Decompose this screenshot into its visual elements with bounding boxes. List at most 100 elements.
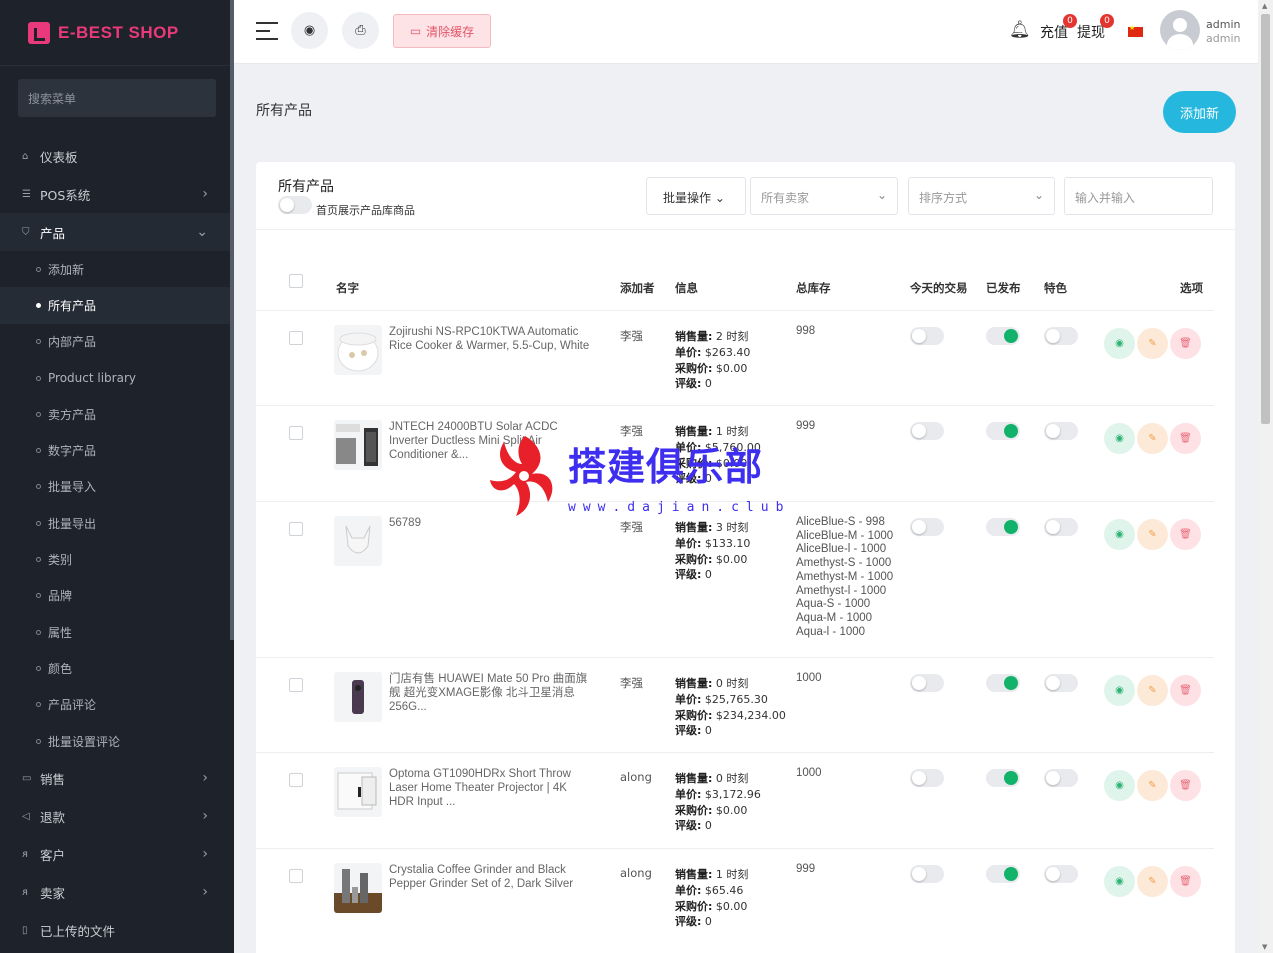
- sidebar-sub-all-products[interactable]: 所有产品: [0, 287, 234, 324]
- scroll-up-icon[interactable]: ▲: [1262, 2, 1267, 10]
- published-toggle[interactable]: [986, 769, 1020, 787]
- published-toggle[interactable]: [986, 327, 1020, 345]
- sidebar-sub-bulk-reviews[interactable]: 批量设置评论: [0, 723, 234, 759]
- recharge-link[interactable]: 充值 0: [1040, 14, 1077, 42]
- published-toggle[interactable]: [986, 865, 1020, 883]
- edit-button[interactable]: ✎: [1137, 423, 1168, 454]
- delete-button[interactable]: 🗑︎: [1170, 770, 1201, 801]
- sidebar-item-products[interactable]: ⛉ 产品 ⌄: [0, 213, 234, 251]
- sidebar-sub-digital[interactable]: 数字产品: [0, 432, 234, 468]
- view-button[interactable]: ◉: [1104, 423, 1135, 454]
- scroll-down-icon[interactable]: ▼: [1262, 943, 1267, 951]
- brand-logo[interactable]: E-BEST SHOP: [0, 0, 234, 66]
- product-thumbnail[interactable]: [334, 672, 382, 722]
- sidebar-item-uploaded-files[interactable]: ▯ 已上传的文件: [0, 911, 234, 949]
- language-flag-icon[interactable]: [1128, 24, 1143, 37]
- sidebar-sub-category[interactable]: 类别: [0, 541, 234, 577]
- featured-toggle[interactable]: [1044, 674, 1078, 692]
- bulk-action-dropdown[interactable]: 批量操作 ⌄: [646, 177, 746, 215]
- todays-deal-toggle[interactable]: [910, 518, 944, 536]
- sidebar-sub-brand[interactable]: 品牌: [0, 578, 234, 614]
- edit-button[interactable]: ✎: [1137, 675, 1168, 706]
- product-name[interactable]: JNTECH 24000BTU Solar ACDC Inverter Duct…: [389, 420, 594, 462]
- edit-button[interactable]: ✎: [1137, 866, 1168, 897]
- delete-button[interactable]: 🗑︎: [1170, 519, 1201, 550]
- search-input[interactable]: 输入并输入: [1064, 177, 1213, 215]
- sidebar-sub-seller-products[interactable]: 卖方产品: [0, 396, 234, 432]
- print-button[interactable]: ⎙: [342, 12, 379, 49]
- view-button[interactable]: ◉: [1104, 866, 1135, 897]
- published-toggle[interactable]: [986, 422, 1020, 440]
- homepage-library-toggle[interactable]: [278, 196, 312, 214]
- select-all-checkbox[interactable]: [289, 274, 303, 288]
- featured-toggle[interactable]: [1044, 865, 1078, 883]
- edit-button[interactable]: ✎: [1137, 328, 1168, 359]
- todays-deal-toggle[interactable]: [910, 674, 944, 692]
- avatar[interactable]: [1160, 10, 1200, 50]
- sidebar-sub-add-new[interactable]: 添加新: [0, 251, 234, 287]
- view-button[interactable]: ◉: [1104, 519, 1135, 550]
- product-name[interactable]: Crystalia Coffee Grinder and Black Peppe…: [389, 863, 594, 891]
- delete-button[interactable]: 🗑︎: [1170, 328, 1201, 359]
- row-checkbox[interactable]: [289, 426, 303, 440]
- product-thumbnail[interactable]: [334, 420, 382, 470]
- sidebar-sub-in-house[interactable]: 内部产品: [0, 324, 234, 360]
- view-button[interactable]: ◉: [1104, 675, 1135, 706]
- todays-deal-toggle[interactable]: [910, 865, 944, 883]
- featured-toggle[interactable]: [1044, 327, 1078, 345]
- sidebar-sub-bulk-export[interactable]: 批量导出: [0, 505, 234, 541]
- view-button[interactable]: ◉: [1104, 328, 1135, 359]
- row-checkbox[interactable]: [289, 869, 303, 883]
- row-checkbox[interactable]: [289, 773, 303, 787]
- menu-toggle-icon[interactable]: [256, 22, 278, 46]
- sidebar-sub-color[interactable]: 颜色: [0, 650, 234, 686]
- notification-bell-icon[interactable]: 🔔︎: [1009, 20, 1031, 40]
- row-checkbox[interactable]: [289, 678, 303, 692]
- todays-deal-toggle[interactable]: [910, 422, 944, 440]
- edit-button[interactable]: ✎: [1137, 770, 1168, 801]
- product-name[interactable]: Zojirushi NS-RPC10KTWA Automatic Rice Co…: [389, 325, 594, 353]
- sidebar-item-sellers[interactable]: ᴙ 卖家 ›: [0, 873, 234, 911]
- sidebar-item-sales[interactable]: ▭ 销售 ›: [0, 759, 234, 797]
- sidebar-scrollbar[interactable]: [230, 0, 234, 640]
- published-toggle[interactable]: [986, 518, 1020, 536]
- product-name[interactable]: 56789: [389, 516, 594, 530]
- delete-button[interactable]: 🗑︎: [1170, 675, 1201, 706]
- page-scrollbar[interactable]: ▲ ▼: [1258, 0, 1273, 953]
- withdraw-link[interactable]: 提现 0: [1077, 14, 1114, 42]
- todays-deal-toggle[interactable]: [910, 769, 944, 787]
- sidebar-item-pos[interactable]: ☰ POS系统 ›: [0, 175, 234, 213]
- sidebar-item-dashboard[interactable]: ⌂ 仪表板: [0, 137, 234, 175]
- product-thumbnail[interactable]: [334, 863, 382, 913]
- row-checkbox[interactable]: [289, 522, 303, 536]
- sidebar-sub-reviews[interactable]: 产品评论: [0, 687, 234, 723]
- user-info[interactable]: admin admin: [1206, 18, 1240, 46]
- sidebar-sub-attribute[interactable]: 属性: [0, 614, 234, 650]
- sidebar-item-customers[interactable]: ᴙ 客户 ›: [0, 835, 234, 873]
- product-thumbnail[interactable]: [334, 325, 382, 375]
- globe-button[interactable]: ◉: [291, 12, 328, 49]
- product-name[interactable]: 门店有售 HUAWEI Mate 50 Pro 曲面旗舰 超光变XMAGE影像 …: [389, 672, 594, 714]
- sidebar-sub-bulk-import[interactable]: 批量导入: [0, 469, 234, 505]
- edit-button[interactable]: ✎: [1137, 519, 1168, 550]
- product-name[interactable]: Optoma GT1090HDRx Short Throw Laser Home…: [389, 767, 594, 809]
- published-toggle[interactable]: [986, 674, 1020, 692]
- menu-search-input[interactable]: 搜索菜单: [18, 79, 216, 117]
- sidebar-item-refunds[interactable]: ◁ 退款 ›: [0, 797, 234, 835]
- add-new-button[interactable]: 添加新: [1163, 91, 1236, 133]
- product-thumbnail[interactable]: [334, 516, 382, 566]
- delete-button[interactable]: 🗑︎: [1170, 423, 1201, 454]
- delete-button[interactable]: 🗑︎: [1170, 866, 1201, 897]
- sidebar-sub-library[interactable]: Product library: [0, 360, 234, 396]
- featured-toggle[interactable]: [1044, 518, 1078, 536]
- view-button[interactable]: ◉: [1104, 770, 1135, 801]
- product-thumbnail[interactable]: [334, 767, 382, 817]
- featured-toggle[interactable]: [1044, 769, 1078, 787]
- featured-toggle[interactable]: [1044, 422, 1078, 440]
- clear-cache-button[interactable]: ▭ 清除缓存: [393, 14, 491, 48]
- seller-filter-select[interactable]: 所有卖家 ⌄: [750, 177, 898, 215]
- row-checkbox[interactable]: [289, 331, 303, 345]
- sort-select[interactable]: 排序方式 ⌄: [908, 177, 1055, 215]
- todays-deal-toggle[interactable]: [910, 327, 944, 345]
- scrollbar-thumb[interactable]: [1261, 14, 1270, 424]
